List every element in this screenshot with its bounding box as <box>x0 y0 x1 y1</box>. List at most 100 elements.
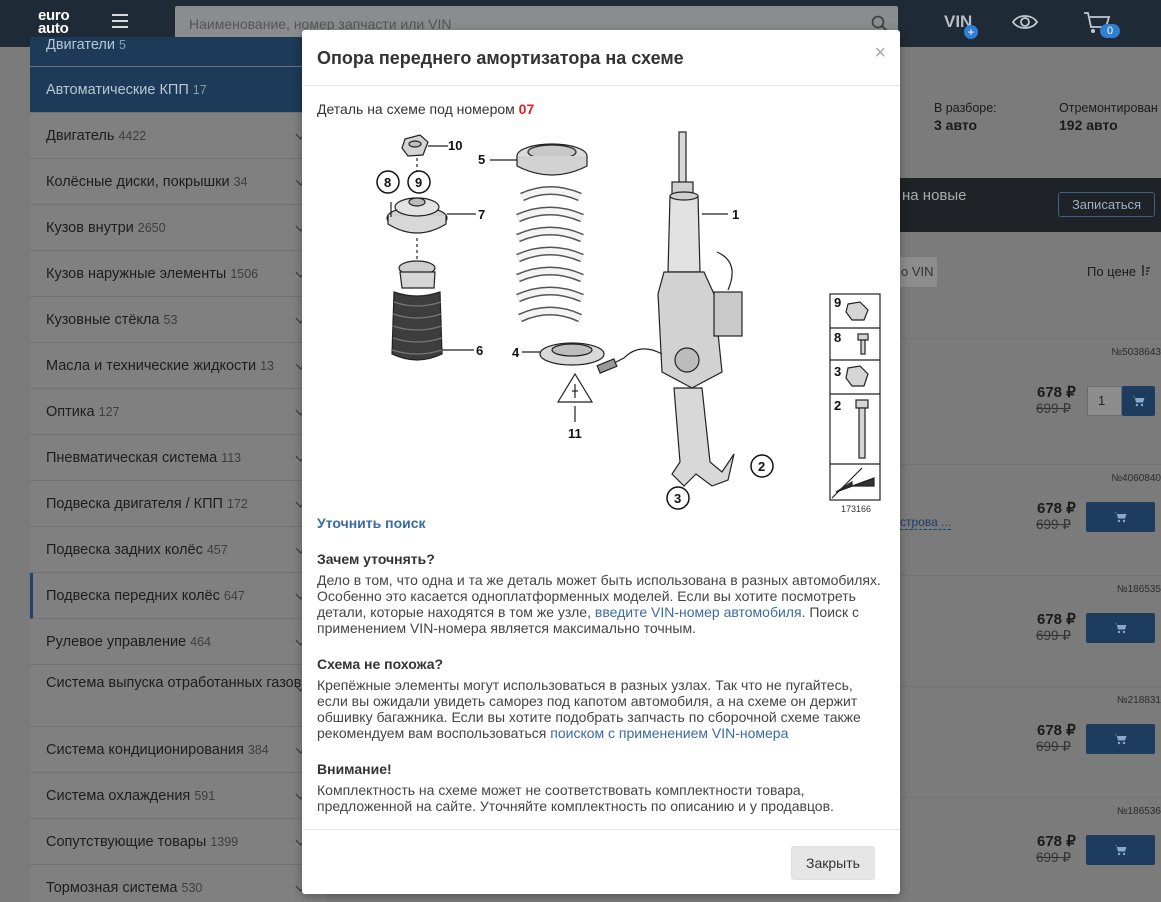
category-label: Сопутствующие товары <box>46 834 207 850</box>
category-item-optics[interactable]: Оптика 127 <box>30 389 326 435</box>
category-label: Оптика <box>46 404 95 420</box>
part-number-prefix: Деталь на схеме под номером <box>317 101 515 117</box>
eye-icon[interactable] <box>1012 13 1038 31</box>
product-price: 678 ₽ <box>1037 722 1076 739</box>
product-old-price: 699 ₽ <box>1036 401 1071 416</box>
category-sidebar: Двигатели 5 Автоматические КПП 17 Двигат… <box>30 37 326 902</box>
add-to-cart-button[interactable] <box>1086 724 1155 754</box>
product-old-price: 699 ₽ <box>1036 739 1071 754</box>
category-item-cooling[interactable]: Система охлаждения 591 <box>30 773 326 819</box>
legend-label-8: 8 <box>834 330 841 345</box>
quantity-input[interactable]: 1 <box>1087 386 1122 416</box>
add-to-cart-button[interactable] <box>1122 386 1155 416</box>
vin-filter-chip[interactable]: о VIN <box>899 257 937 287</box>
diagram-label-10: 10 <box>448 138 462 153</box>
diagram-label-8: 8 <box>384 175 391 190</box>
category-item-oils[interactable]: Масла и технические жидкости 13 <box>30 343 326 389</box>
product-number: №186535 <box>1116 584 1161 595</box>
cart-icon <box>1114 845 1126 856</box>
product-price: 678 ₽ <box>1037 384 1076 401</box>
category-count: 457 <box>206 543 228 557</box>
add-to-cart-button[interactable] <box>1086 613 1155 643</box>
category-label: Система выпуска отработанных газов <box>46 675 302 691</box>
category-count: 34 <box>233 175 248 189</box>
subscribe-button[interactable]: Записаться <box>1058 192 1155 217</box>
category-item-rear-suspension[interactable]: Подвеска задних колёс 457 <box>30 527 326 573</box>
product-price: 678 ₽ <box>1037 611 1076 628</box>
product-number: №5038643 <box>1111 347 1161 358</box>
category-count: 2650 <box>137 221 166 235</box>
legend-label-3: 3 <box>834 364 841 379</box>
category-item-body-exterior[interactable]: Кузов наружные элементы 1506 <box>30 251 326 297</box>
product-number: №218831 <box>1116 695 1161 706</box>
category-label: Кузов внутри <box>46 220 134 236</box>
category-item-wheels[interactable]: Колёсные диски, покрышки 34 <box>30 159 326 205</box>
logo-line-2: auto <box>38 20 69 37</box>
category-item-automatic-transmission[interactable]: Автоматические КПП 17 <box>30 67 326 113</box>
category-item-front-suspension[interactable]: Подвеска передних колёс 647 <box>30 573 326 619</box>
category-count: 647 <box>223 589 245 603</box>
category-item-engines[interactable]: Двигатели 5 <box>30 37 326 67</box>
category-item-accessories[interactable]: Сопутствующие товары 1399 <box>30 819 326 865</box>
category-count: 53 <box>163 313 178 327</box>
product-number: №186536 <box>1116 806 1161 817</box>
cart-icon <box>1132 396 1144 407</box>
banner-text: на новые <box>902 187 967 204</box>
product-row: №186536 678 ₽ 699 ₽ <box>899 797 1161 902</box>
vin-plus-icon: + <box>964 25 978 39</box>
menu-icon[interactable] <box>112 14 128 29</box>
category-item-pneumatic[interactable]: Пневматическая система 113 <box>30 435 326 481</box>
category-count: 591 <box>194 789 216 803</box>
cart-icon <box>1114 623 1126 634</box>
category-count: 384 <box>247 743 269 757</box>
refine-search-link[interactable]: Уточнить поиск <box>317 515 426 531</box>
close-button[interactable]: Закрыть <box>791 846 875 880</box>
category-item-glass[interactable]: Кузовные стёкла 53 <box>30 297 326 343</box>
enter-vin-link[interactable]: введите VIN-номер автомобиля <box>595 604 802 620</box>
category-count: 127 <box>98 405 120 419</box>
diagram-label-9: 9 <box>415 175 422 190</box>
category-item-body-interior[interactable]: Кузов внутри 2650 <box>30 205 326 251</box>
product-row: №4060840 678 ₽ 699 ₽ <box>899 464 1161 574</box>
add-to-cart-button[interactable] <box>1086 502 1155 532</box>
vin-search-link[interactable]: поиском с применением VIN-номера <box>550 725 788 741</box>
cart-count-badge: 0 <box>1100 24 1120 38</box>
stat-label: Отремонтирован <box>1059 101 1158 115</box>
category-count: 113 <box>221 451 242 465</box>
diagram-label-11: 11 <box>568 426 582 441</box>
stat-repaired: Отремонтирован 192 авто <box>1059 101 1161 133</box>
category-label: Система охлаждения <box>46 788 191 804</box>
category-label: Масла и технические жидкости <box>46 358 257 374</box>
close-icon[interactable]: × <box>874 43 886 63</box>
attention-title: Внимание! <box>317 761 392 777</box>
product-row: №5038643 678 ₽ 699 ₽ 1 <box>899 338 1161 448</box>
category-label: Колёсные диски, покрышки <box>46 174 230 190</box>
diagram-label-1: 1 <box>732 207 739 222</box>
category-item-engine[interactable]: Двигатель 4422 <box>30 113 326 159</box>
cart-icon <box>1114 734 1126 745</box>
site-logo[interactable]: euro auto <box>38 8 70 37</box>
category-item-air-conditioning[interactable]: Система кондиционирования 384 <box>30 727 326 773</box>
stat-label: В разборе: <box>934 101 997 115</box>
product-row: №218831 678 ₽ 699 ₽ <box>899 686 1161 796</box>
diagram-label-7: 7 <box>478 207 485 222</box>
legend-label-9: 9 <box>834 295 841 310</box>
modal-footer: Закрыть <box>302 829 900 894</box>
legend-label-2: 2 <box>834 398 841 413</box>
category-item-engine-mount[interactable]: Подвеска двигателя / КПП 172 <box>30 481 326 527</box>
category-item-brakes[interactable]: Тормозная система 530 <box>30 865 326 902</box>
diagram-label-2: 2 <box>758 459 765 474</box>
category-count: 4422 <box>118 129 147 143</box>
why-refine-text: Дело в том, что одна и та же деталь може… <box>317 572 887 636</box>
diagram-code: 173166 <box>841 504 871 514</box>
category-count: 17 <box>192 83 207 97</box>
cart-icon <box>1114 512 1126 523</box>
category-label: Подвеска передних колёс <box>46 588 220 604</box>
category-item-steering[interactable]: Рулевое управление 464 <box>30 619 326 665</box>
part-number-line: Деталь на схеме под номером 07 <box>317 101 534 117</box>
category-item-exhaust[interactable]: Система выпуска отработанных газов 67 <box>30 665 326 727</box>
sort-by-price[interactable]: По цене <box>1087 264 1150 279</box>
add-to-cart-button[interactable] <box>1086 835 1155 865</box>
category-label: Кузов наружные элементы <box>46 266 227 282</box>
category-count: 464 <box>190 635 212 649</box>
